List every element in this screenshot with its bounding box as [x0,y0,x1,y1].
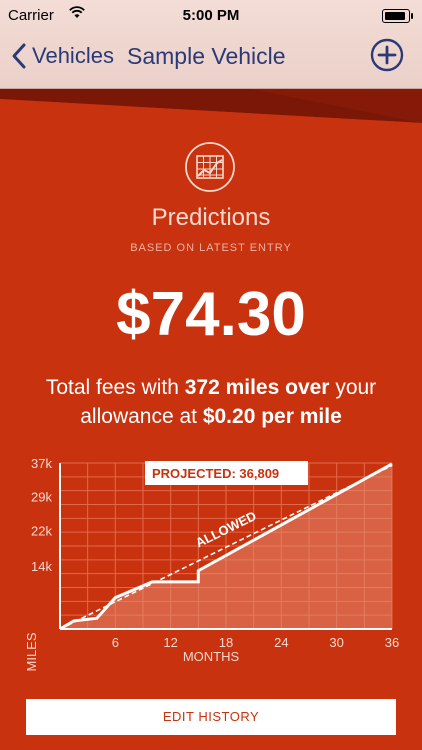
header-diagonal-band [0,89,422,149]
desc-rate: $0.20 per mile [202,405,342,428]
predictions-heading: Predictions [151,204,271,231]
page-title: Sample Vehicle [127,43,286,69]
desc-text-1: Total fees with [45,376,185,399]
chart-grid-icon [185,142,235,192]
y-tick-label: 14k [31,559,52,574]
mileage-chart: 37k29k22k14k 6 12 18 24 30 36 MILES MONTHS AL… [24,456,400,672]
chevron-left-icon [12,43,26,69]
back-button[interactable]: Vehicles [10,40,114,72]
predictions-subtitle: BASED ON LATEST ENTRY [130,242,292,254]
y-axis-label: MILES [24,632,39,671]
y-tick-label: 37k [31,456,52,471]
fee-description: Total fees with 372 miles over your allo… [0,373,422,431]
projected-callout: PROJECTED: 36,809 [145,461,308,485]
desc-miles-over: 372 miles over [184,376,330,399]
prediction-panel: Predictions BASED ON LATEST ENTRY $74.30… [0,89,422,750]
nav-bar: Vehicles Sample Vehicle [0,32,422,88]
x-tick-label: 12 [163,635,177,650]
x-tick-label: 6 [112,635,119,650]
x-tick-label: 24 [274,635,288,650]
x-tick-label: 30 [329,635,343,650]
predicted-fee-amount: $74.30 [116,280,306,349]
projected-callout-text: PROJECTED: 36,809 [152,466,279,481]
clock: 5:00 PM [182,7,240,24]
status-bar: Carrier 5:00 PM [0,0,422,32]
plus-circle-icon[interactable] [370,38,404,72]
y-tick-label: 22k [31,523,52,538]
x-tick-labels: 6 12 18 24 30 36 [112,635,400,650]
battery-icon [382,9,413,23]
back-button-label: Vehicles [32,43,114,68]
y-tick-label: 29k [31,490,52,505]
x-tick-label: 18 [219,635,233,650]
navigation-header: Carrier 5:00 PM Vehicles Sample Vehicle [0,0,422,89]
x-axis-label: MONTHS [183,649,240,664]
edit-history-button[interactable]: EDIT HISTORY [26,699,396,735]
x-tick-label: 36 [385,635,399,650]
y-tick-labels: 37k 29k 22k 14k [31,456,52,574]
